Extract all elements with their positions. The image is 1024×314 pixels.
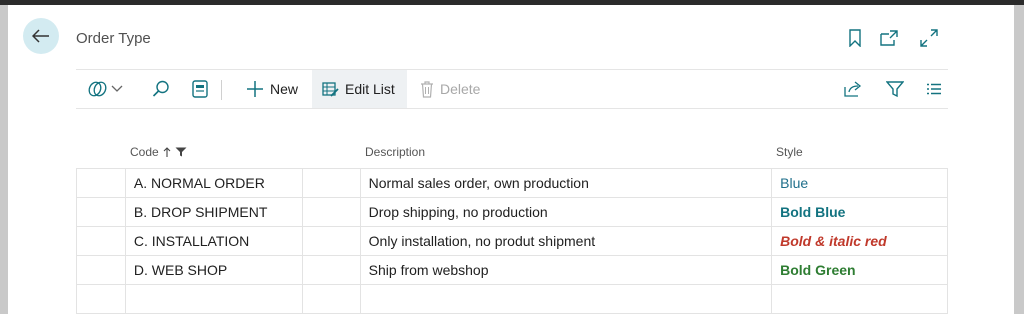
- search-icon: [152, 80, 169, 97]
- column-header-style-label: Style: [776, 145, 803, 159]
- page-layout-button[interactable]: [192, 70, 208, 108]
- table-row-empty[interactable]: [76, 284, 948, 314]
- open-in-new-window-icon: [880, 30, 898, 46]
- back-button[interactable]: [23, 18, 59, 54]
- column-header-code-label: Code: [130, 145, 159, 159]
- sort-ascending-icon: [163, 146, 171, 157]
- row-selector[interactable]: [76, 168, 126, 198]
- row-selector[interactable]: [76, 284, 126, 314]
- filter-active-icon: [175, 147, 187, 157]
- action-bar-divider: [221, 80, 222, 100]
- expand-button[interactable]: [918, 27, 940, 49]
- spacer-cell: [301, 284, 361, 314]
- spacer-cell: [301, 226, 361, 256]
- table-row[interactable]: D. WEB SHOP Ship from webshop Bold Green: [76, 255, 948, 285]
- list-page: Order Type New Edit List Delete Code Des…: [8, 5, 1014, 314]
- action-bar: New Edit List Delete: [76, 69, 948, 109]
- table-row[interactable]: C. INSTALLATION Only installation, no pr…: [76, 226, 948, 256]
- trash-icon: [421, 80, 433, 98]
- search-button[interactable]: [152, 70, 170, 108]
- description-cell[interactable]: [359, 284, 773, 314]
- column-header-description[interactable]: Description: [365, 145, 425, 159]
- description-cell[interactable]: Ship from webshop: [359, 255, 773, 285]
- expand-icon: [920, 29, 938, 47]
- table-row[interactable]: A. NORMAL ORDER Normal sales order, own …: [76, 168, 948, 198]
- arrow-left-icon: [32, 29, 49, 43]
- background-right: [1014, 5, 1024, 314]
- column-header-style[interactable]: Style: [776, 145, 803, 159]
- open-in-new-window-button[interactable]: [878, 27, 900, 49]
- page-layout-icon: [192, 80, 208, 98]
- copilot-button[interactable]: [88, 70, 123, 108]
- new-button-label: New: [270, 81, 299, 97]
- column-header-code[interactable]: Code: [130, 145, 187, 159]
- row-selector[interactable]: [76, 255, 126, 285]
- code-cell[interactable]: B. DROP SHIPMENT: [124, 197, 303, 227]
- order-type-table: A. NORMAL ORDER Normal sales order, own …: [76, 168, 948, 314]
- page-title: Order Type: [76, 30, 151, 47]
- edit-list-button[interactable]: Edit List: [312, 70, 407, 108]
- background-left: [0, 5, 8, 314]
- style-cell[interactable]: Bold Blue: [771, 197, 948, 227]
- plus-icon: [247, 81, 263, 97]
- code-cell[interactable]: D. WEB SHOP: [124, 255, 303, 285]
- filter-button[interactable]: [886, 70, 904, 108]
- row-selector[interactable]: [76, 226, 126, 256]
- edit-list-button-label: Edit List: [345, 81, 395, 97]
- column-header-description-label: Description: [365, 145, 426, 159]
- style-cell[interactable]: Bold & italic red: [771, 226, 948, 256]
- style-cell[interactable]: [771, 284, 948, 314]
- row-selector[interactable]: [76, 197, 126, 227]
- description-cell[interactable]: Only installation, no produt shipment: [359, 226, 773, 256]
- code-cell[interactable]: C. INSTALLATION: [124, 226, 303, 256]
- copilot-icon: [88, 81, 107, 97]
- spacer-cell: [301, 168, 361, 198]
- code-cell[interactable]: [124, 284, 303, 314]
- share-icon: [844, 81, 862, 97]
- list-view-button[interactable]: [926, 70, 942, 108]
- table-row[interactable]: B. DROP SHIPMENT Drop shipping, no produ…: [76, 197, 948, 227]
- bookmark-button[interactable]: [844, 27, 866, 49]
- delete-button[interactable]: Delete: [420, 70, 480, 108]
- new-button[interactable]: New: [246, 70, 298, 108]
- spacer-cell: [301, 197, 361, 227]
- description-cell[interactable]: Normal sales order, own production: [359, 168, 773, 198]
- list-view-icon: [927, 83, 941, 95]
- filter-icon: [886, 80, 904, 97]
- style-cell[interactable]: Bold Green: [771, 255, 948, 285]
- spacer-cell: [301, 255, 361, 285]
- code-cell[interactable]: A. NORMAL ORDER: [124, 168, 303, 198]
- edit-list-icon: [322, 81, 339, 97]
- description-cell[interactable]: Drop shipping, no production: [359, 197, 773, 227]
- share-button[interactable]: [844, 70, 862, 108]
- delete-button-label: Delete: [440, 81, 481, 97]
- style-cell[interactable]: Blue: [771, 168, 948, 198]
- chevron-down-icon: [111, 85, 123, 92]
- bookmark-icon: [849, 29, 861, 47]
